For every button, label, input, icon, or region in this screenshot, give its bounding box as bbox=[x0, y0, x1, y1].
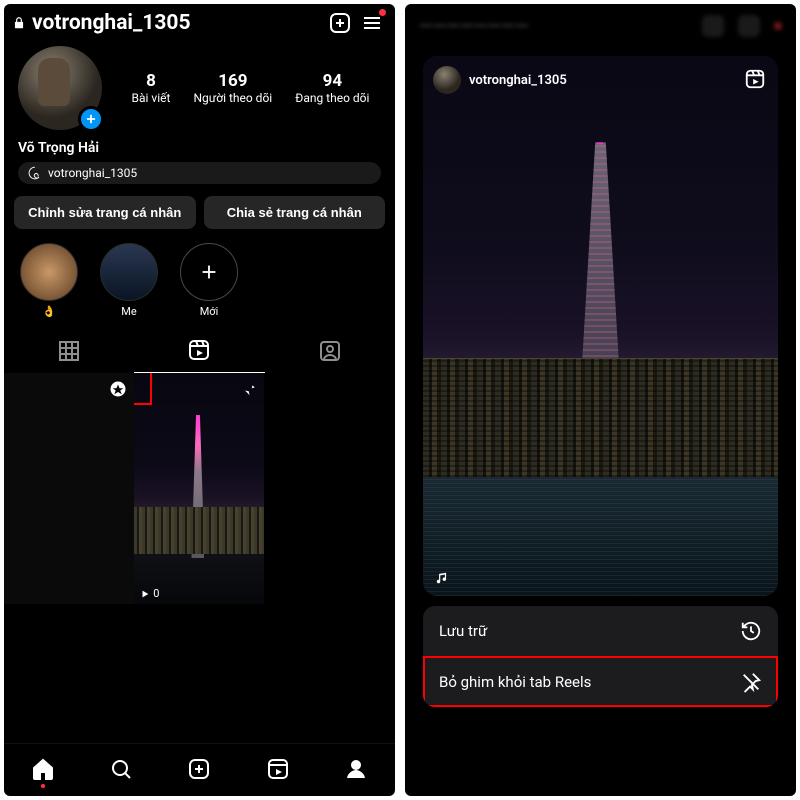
highlight-item[interactable]: 👌 bbox=[18, 243, 80, 318]
profile-screen: votronghai_1305 8 Bài viết 169 Người t bbox=[4, 4, 395, 796]
nav-search[interactable] bbox=[108, 756, 134, 782]
reel-detail-screen: ———————— votronghai_1305 Lưu trữ bbox=[405, 4, 796, 796]
avatar[interactable] bbox=[433, 66, 461, 94]
profile-info-row: 8 Bài viết 169 Người theo dõi 94 Đang th… bbox=[4, 42, 395, 132]
stat-posts[interactable]: 8 Bài viết bbox=[132, 71, 171, 105]
bottom-nav bbox=[4, 743, 395, 796]
action-sheet: Lưu trữ Bỏ ghim khỏi tab Reels bbox=[423, 606, 778, 707]
lock-icon bbox=[12, 16, 26, 30]
sheet-unpin-label: Bỏ ghim khỏi tab Reels bbox=[439, 673, 591, 691]
reels-icon bbox=[744, 68, 768, 92]
blurred-header: ———————— bbox=[405, 4, 796, 48]
sheet-archive-label: Lưu trữ bbox=[439, 622, 487, 640]
threads-link[interactable]: votronghai_1305 bbox=[18, 162, 381, 184]
profile-action-row: Chỉnh sửa trang cá nhân Chia sẻ trang cá… bbox=[4, 192, 395, 241]
star-badge-icon bbox=[108, 379, 128, 399]
highlight-new[interactable]: Mới bbox=[178, 243, 240, 318]
stats-row: 8 Bài viết 169 Người theo dõi 94 Đang th… bbox=[120, 71, 381, 105]
threads-icon bbox=[28, 166, 42, 180]
avatar[interactable] bbox=[18, 46, 102, 130]
nav-reels[interactable] bbox=[265, 756, 291, 782]
create-post-button[interactable] bbox=[327, 10, 353, 36]
notification-dot bbox=[379, 9, 386, 16]
reel-thumbnail[interactable] bbox=[4, 373, 134, 604]
tab-tagged[interactable] bbox=[265, 328, 395, 373]
share-profile-button[interactable]: Chia sẻ trang cá nhân bbox=[204, 196, 386, 229]
reel-thumbnail-empty bbox=[264, 373, 394, 604]
add-story-badge[interactable] bbox=[78, 106, 104, 132]
stat-followers[interactable]: 169 Người theo dõi bbox=[193, 71, 272, 105]
reels-grid: 0 bbox=[4, 373, 395, 604]
nav-create[interactable] bbox=[186, 756, 212, 782]
nav-home[interactable] bbox=[30, 756, 56, 782]
history-icon bbox=[740, 620, 762, 642]
username[interactable]: votronghai_1305 bbox=[32, 11, 321, 35]
reel-image bbox=[423, 56, 778, 596]
music-icon bbox=[435, 570, 451, 586]
view-count: 0 bbox=[140, 587, 159, 600]
profile-tabs bbox=[4, 328, 395, 373]
tab-reels[interactable] bbox=[134, 328, 264, 373]
sheet-archive[interactable]: Lưu trữ bbox=[423, 606, 778, 656]
menu-button[interactable] bbox=[359, 10, 385, 36]
threads-handle: votronghai_1305 bbox=[48, 166, 137, 180]
nav-profile[interactable] bbox=[343, 756, 369, 782]
tab-grid[interactable] bbox=[4, 328, 134, 373]
edit-profile-button[interactable]: Chỉnh sửa trang cá nhân bbox=[14, 196, 196, 229]
reel-header: votronghai_1305 bbox=[433, 66, 768, 94]
notification-dot bbox=[41, 784, 45, 788]
highlights-tray: 👌 Me Mới bbox=[4, 241, 395, 328]
reel-card[interactable]: votronghai_1305 bbox=[423, 56, 778, 596]
profile-header: votronghai_1305 bbox=[4, 4, 395, 42]
highlight-item[interactable]: Me bbox=[98, 243, 160, 318]
reel-username[interactable]: votronghai_1305 bbox=[469, 73, 567, 88]
pin-icon bbox=[238, 379, 258, 399]
display-name: Võ Trọng Hải bbox=[4, 132, 395, 160]
sheet-unpin[interactable]: Bỏ ghim khỏi tab Reels bbox=[423, 656, 778, 707]
stat-following[interactable]: 94 Đang theo dõi bbox=[295, 71, 369, 105]
tutorial-highlight-box bbox=[134, 373, 152, 405]
reel-thumbnail[interactable]: 0 bbox=[134, 373, 264, 604]
unpin-icon bbox=[740, 671, 762, 693]
